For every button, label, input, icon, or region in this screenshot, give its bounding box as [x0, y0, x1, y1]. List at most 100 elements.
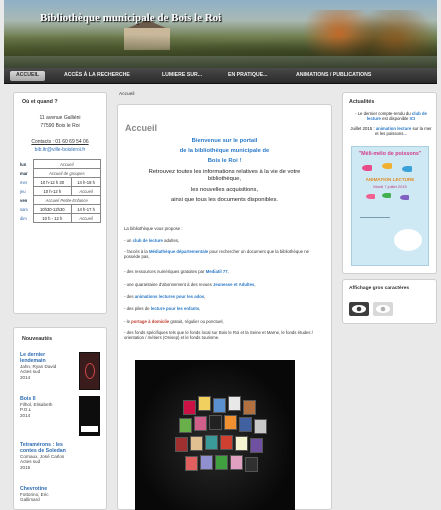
hours-row: dim 10 h - 12 h Accueil [19, 213, 101, 223]
service-text: gratuit, régulier ou ponctuel, [169, 319, 224, 324]
page-title: Accueil [125, 123, 158, 133]
day-label: jeu [20, 188, 26, 194]
service-text: , [204, 294, 206, 299]
nav-pratique[interactable]: EN PRATIQUE... [228, 71, 267, 80]
fish-icon [382, 193, 391, 198]
service-item: - des animations lectures pour les ados, [124, 294, 326, 299]
site-title[interactable]: Bibliothèque municipale de Bois le Roi [40, 12, 221, 24]
site-banner: Bibliothèque municipale de Bois le Roi [4, 0, 437, 68]
contact-phone: Contacts : 01 60 69 54 06 [31, 139, 89, 145]
service-item: - une quarantaine d'abonnement à des rev… [124, 282, 326, 287]
service-item: - des ressources numériques gratuites pa… [124, 269, 326, 274]
service-text: , [199, 306, 201, 311]
service-item: - le portage à domicile gratuit, régulie… [124, 319, 326, 324]
welcome-line2: de la bibliothèque municipale de [179, 148, 270, 154]
nav-lumiere[interactable]: LUMIERE SUR... [162, 71, 202, 80]
where-when-title: Où et quand ? [22, 99, 58, 105]
hours-slot: 14 h-17 h [71, 204, 101, 214]
large-print-panel: Affichage gros caractères [342, 279, 437, 324]
service-text: - des fonds spécifiques tels que le fond… [124, 330, 313, 340]
service-link[interactable]: Jeunesse et Adultes [213, 282, 254, 287]
address-line2: 77590 Bois le Roi [40, 123, 80, 129]
address-line1: 11 avenue Galliéni [39, 115, 81, 121]
hours-row: mer 10 h-12 h 30 14 h-18 h [19, 177, 101, 187]
welcome-line3: Bois le Roi ! [207, 158, 242, 164]
service-item: - l'accès à la Médiathèque départemental… [124, 249, 326, 259]
service-link[interactable]: Mediatil 77 [206, 269, 228, 274]
main-nav: ACCUEIL ACCÈS À LA RECHERCHE LUMIERE SUR… [4, 68, 437, 84]
welcome-line1: Bienvenue sur le portail [191, 138, 258, 144]
banner-water [4, 56, 437, 68]
large-print-off-icon[interactable] [373, 302, 393, 316]
news-text: Juillet 2015 : [350, 126, 376, 131]
hours-slot: Accueil [32, 159, 101, 169]
service-text: - des piles de [124, 306, 151, 311]
poster-subtitle: ANIMATION LECTURE [365, 177, 415, 182]
news-link-ici[interactable]: ICI [410, 116, 416, 121]
fish-icon [366, 194, 375, 199]
book-cover[interactable] [79, 396, 100, 436]
news-item-club: - Le dernier compte-rendu du club de lec… [349, 111, 433, 121]
news-text: est disponible [380, 116, 410, 121]
nav-accueil[interactable]: ACCUEIL [10, 71, 46, 81]
day-label: mar [20, 170, 28, 176]
day-label: dim [20, 215, 27, 221]
hours-slot: 10 h-12 h 30 [32, 177, 73, 187]
hours-row: ven Accueil Petite-Enfance [19, 195, 101, 205]
hours-slot: 10 h - 12 h [32, 213, 73, 223]
day-label: lun [20, 161, 27, 167]
book-item[interactable]: Tetramérons : les contes de Soledan Corn… [20, 442, 104, 470]
service-item: - des fonds spécifiques tels que le fond… [124, 330, 326, 340]
intro-line4: ainsi que tous les documents disponibles… [171, 197, 278, 203]
breadcrumb[interactable]: Accueil [119, 92, 134, 97]
fish-icon [362, 165, 372, 171]
book-cover[interactable] [79, 352, 100, 390]
service-text: - des [124, 294, 135, 299]
nav-recherche[interactable]: ACCÈS À LA RECHERCHE [64, 71, 130, 80]
intro-line2: bibliothèque, [208, 176, 241, 182]
nav-animations[interactable]: ANIMATIONS / PUBLICATIONS [296, 71, 371, 80]
animation-poster[interactable]: "Méli-mélo de poissons" ANIMATION LECTUR… [351, 146, 429, 266]
service-text: , [254, 282, 256, 287]
propose-intro: La bibliothèque vous propose : [124, 226, 183, 231]
large-print-on-icon[interactable] [349, 302, 369, 316]
fish-icon [400, 195, 409, 200]
new-arrivals-title: Nouveautés [22, 336, 53, 342]
hours-row: mar Accueil de groupes [19, 168, 101, 178]
day-label: ven [20, 197, 28, 203]
hours-slot: 10 h-12 h [32, 186, 73, 196]
service-link[interactable]: lecture pour les enfants [151, 306, 199, 311]
hours-slot: 10h30-12h30 [32, 204, 73, 214]
service-text: - une quarantaine d'abonnement à des rev… [124, 282, 213, 287]
service-link[interactable]: Médiathèque départementale [149, 249, 208, 254]
service-text: adultes, [162, 238, 180, 243]
hours-row: sam 10h30-12h30 14 h-17 h [19, 204, 101, 214]
hours-slot: Accueil [71, 186, 101, 196]
contact-email[interactable]: bib.ltr@ville-boisleroi.fr [14, 147, 106, 153]
hours-slot: Accueil Petite-Enfance [32, 195, 101, 205]
poster-bubble [394, 229, 422, 251]
service-item: - des piles de lecture pour les enfants, [124, 306, 326, 311]
book-item[interactable]: Chevrotine Fottorino, Eric Gallimard [20, 486, 104, 503]
day-label: sam [20, 206, 28, 212]
service-text: , [227, 269, 229, 274]
book-year: 2015 [20, 464, 31, 470]
day-label: mer [20, 179, 28, 185]
large-print-title: Affichage gros caractères [349, 286, 410, 291]
where-when-panel: Où et quand ? 11 avenue Galliéni 77590 B… [13, 92, 107, 314]
intro-line1: Retrouvez toutes les informations relati… [148, 169, 301, 175]
fish-icon [402, 166, 412, 172]
book-publisher: Gallimard [20, 497, 40, 503]
intro-line3: les nouvelles acquisitions, [190, 187, 259, 193]
hours-row: lun Accueil [19, 159, 101, 169]
opening-hours-table: lun Accueil mar Accueil de groupes mer 1… [19, 159, 101, 223]
main-content: Accueil Bienvenue sur le portail de la b… [117, 104, 332, 510]
service-text: - un [124, 238, 133, 243]
service-link[interactable]: animations lectures pour les ados [135, 294, 205, 299]
service-link[interactable]: portage à domicile [131, 319, 169, 324]
new-arrivals-panel: Nouveautés Le dernier lendemain Jahn, Ry… [13, 327, 107, 510]
service-link[interactable]: club de lecture [133, 238, 163, 243]
service-item: - un club de lecture adultes, [124, 238, 326, 243]
hours-slot: Accueil de groupes [32, 168, 101, 178]
poster-divider [360, 217, 390, 218]
